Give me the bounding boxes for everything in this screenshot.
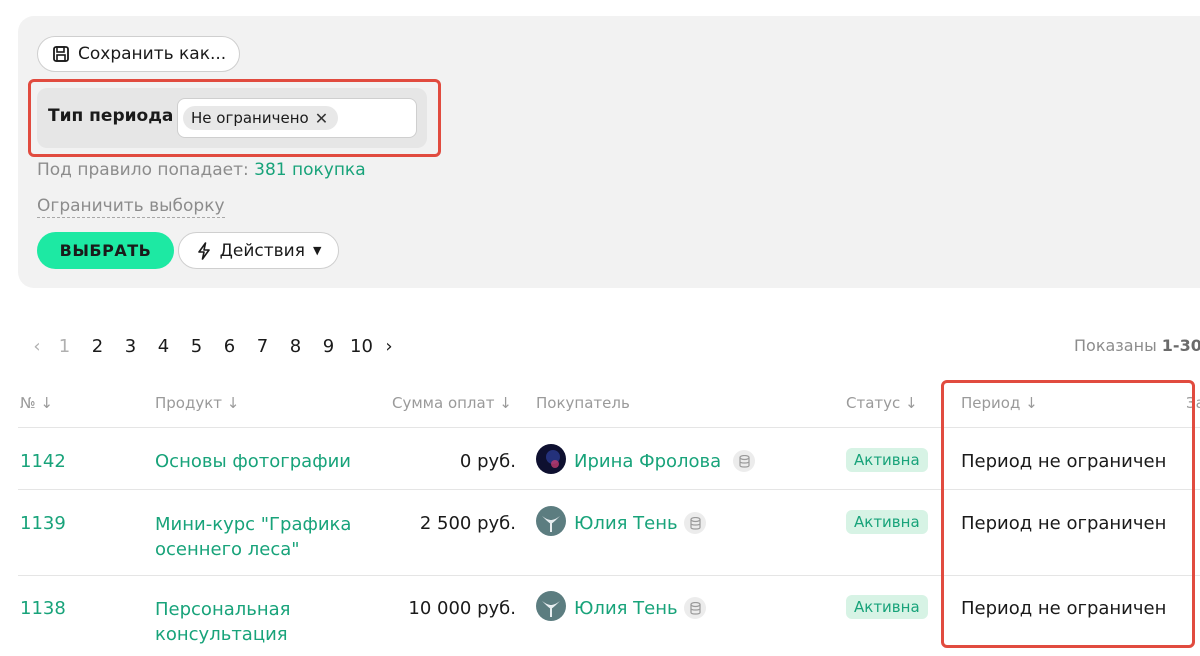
pagination: ‹ 1 2 3 4 5 6 7 8 9 10 › bbox=[26, 334, 400, 358]
shown-prefix: Показаны bbox=[1074, 336, 1157, 355]
row-product-link[interactable]: Персональная консультация bbox=[155, 597, 375, 647]
save-as-label: Сохранить как... bbox=[78, 44, 227, 64]
shown-range: Показаны 1-30 bbox=[1074, 336, 1200, 355]
row-product-link[interactable]: Мини-курс "Графика осеннего леса" bbox=[155, 512, 375, 562]
row-num-link[interactable]: 1142 bbox=[20, 451, 66, 472]
page-3[interactable]: 3 bbox=[114, 336, 147, 357]
row-sum: 0 руб. bbox=[459, 451, 516, 472]
period-type-tag[interactable]: Не ограничено ✕ bbox=[183, 106, 339, 130]
rule-hint: Под правило попадает: 381 покупка bbox=[37, 160, 366, 180]
database-icon bbox=[684, 512, 706, 534]
floppy-disk-icon bbox=[53, 46, 69, 62]
row-sum: 10 000 руб. bbox=[408, 598, 516, 619]
period-type-label: Тип периода bbox=[48, 106, 174, 126]
database-icon bbox=[684, 597, 706, 619]
save-as-button[interactable]: Сохранить как... bbox=[37, 36, 241, 72]
actions-label: Действия bbox=[219, 240, 305, 261]
database-icon bbox=[733, 450, 755, 472]
column-header-num[interactable]: № ↓ bbox=[20, 394, 53, 412]
limit-selection-link[interactable]: Ограничить выборку bbox=[37, 195, 225, 218]
avatar[interactable] bbox=[536, 506, 566, 536]
chevron-left-icon[interactable]: ‹ bbox=[26, 336, 48, 357]
page-9[interactable]: 9 bbox=[312, 336, 345, 357]
column-header-buyer[interactable]: Покупатель bbox=[536, 394, 630, 412]
status-badge: Активна bbox=[846, 595, 928, 619]
page-4[interactable]: 4 bbox=[147, 336, 180, 357]
page-2[interactable]: 2 bbox=[81, 336, 114, 357]
shown-range-value: 1-30 bbox=[1161, 336, 1200, 355]
row-sum: 2 500 руб. bbox=[419, 513, 516, 534]
page-10[interactable]: 10 bbox=[345, 336, 378, 357]
chevron-down-icon: ▼ bbox=[312, 244, 322, 257]
page-8[interactable]: 8 bbox=[279, 336, 312, 357]
page-5[interactable]: 5 bbox=[180, 336, 213, 357]
row-num-link[interactable]: 1139 bbox=[20, 513, 66, 534]
page-7[interactable]: 7 bbox=[246, 336, 279, 357]
column-header-sum[interactable]: Сумма оплат ↓ bbox=[392, 394, 512, 412]
period-column-highlight bbox=[941, 380, 1195, 648]
avatar[interactable] bbox=[536, 444, 566, 474]
column-header-status[interactable]: Статус ↓ bbox=[846, 394, 918, 412]
rule-count-link[interactable]: 381 покупка bbox=[254, 160, 366, 180]
lightning-icon bbox=[197, 241, 210, 260]
close-icon[interactable]: ✕ bbox=[315, 109, 328, 128]
row-buyer-link[interactable]: Юлия Тень bbox=[574, 513, 678, 534]
page-1[interactable]: 1 bbox=[48, 336, 81, 357]
row-num-link[interactable]: 1138 bbox=[20, 598, 66, 619]
avatar[interactable] bbox=[536, 591, 566, 621]
select-button[interactable]: ВЫБРАТЬ bbox=[37, 232, 174, 269]
actions-button[interactable]: Действия ▼ bbox=[178, 232, 339, 269]
rule-hint-text: Под правило попадает: bbox=[37, 160, 249, 180]
row-buyer-link[interactable]: Ирина Фролова bbox=[574, 451, 721, 472]
column-header-product[interactable]: Продукт ↓ bbox=[155, 394, 239, 412]
status-badge: Активна bbox=[846, 448, 928, 472]
row-product-link[interactable]: Основы фотографии bbox=[155, 451, 351, 472]
period-type-tag-label: Не ограничено bbox=[191, 109, 309, 127]
status-badge: Активна bbox=[846, 510, 928, 534]
row-buyer-link[interactable]: Юлия Тень bbox=[574, 598, 678, 619]
chevron-right-icon[interactable]: › bbox=[378, 336, 400, 357]
page-6[interactable]: 6 bbox=[213, 336, 246, 357]
